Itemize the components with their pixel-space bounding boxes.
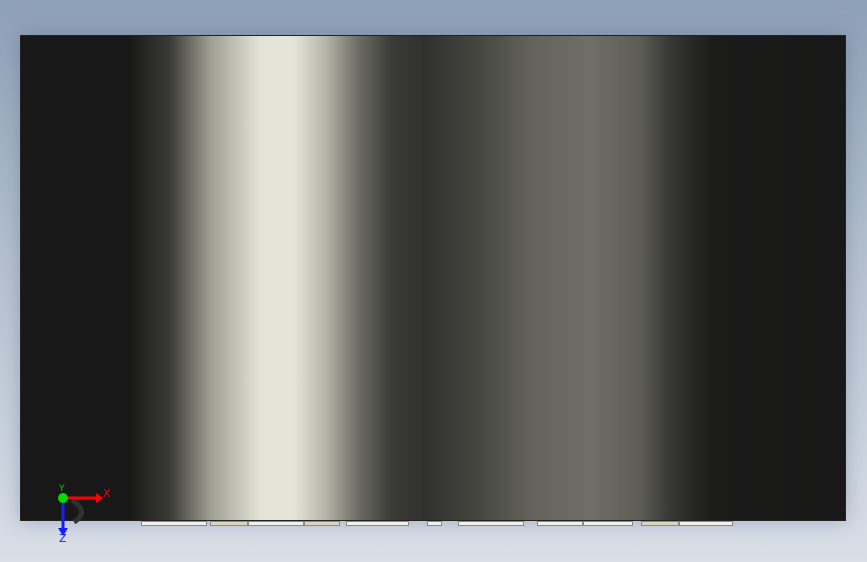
graphics-viewport[interactable]: [20, 35, 846, 521]
triad-svg: X Y Z: [58, 484, 111, 545]
edge-segment: [304, 521, 340, 526]
x-axis-label: X: [103, 487, 111, 500]
z-axis-label: Z: [59, 532, 67, 545]
edge-segment: [346, 521, 409, 526]
edge-segment: [248, 521, 304, 526]
edge-segment: [641, 521, 679, 526]
model-edge-strip: [0, 521, 867, 527]
y-axis-dot: [58, 493, 68, 503]
edge-segment: [537, 521, 583, 526]
reference-triad[interactable]: X Y Z: [50, 484, 120, 545]
edge-segment: [458, 521, 524, 526]
edge-segment: [210, 521, 248, 526]
edge-segment: [427, 521, 442, 526]
y-axis-label: Y: [58, 484, 65, 494]
edge-segment: [583, 521, 633, 526]
x-axis-arrow: [96, 493, 103, 503]
edge-segment: [679, 521, 733, 526]
edge-segment: [141, 521, 207, 526]
triad-shadow-arc: [70, 497, 84, 525]
